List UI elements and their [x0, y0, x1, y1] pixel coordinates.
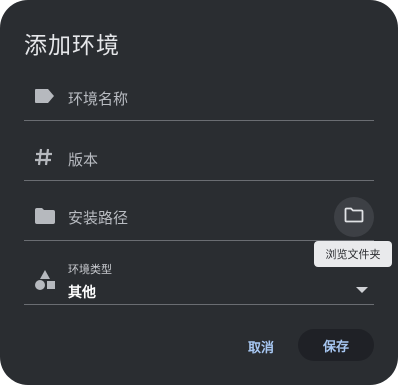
- version-placeholder: 版本: [68, 151, 99, 169]
- label-icon: [34, 88, 56, 108]
- cancel-button[interactable]: 取消: [236, 330, 286, 362]
- dropdown-arrow-icon[interactable]: [356, 287, 368, 293]
- save-button[interactable]: 保存: [298, 329, 374, 361]
- dialog-title: 添加环境: [24, 33, 120, 59]
- browse-folder-button[interactable]: [334, 197, 374, 237]
- hash-icon: [34, 147, 54, 171]
- environment-type-label: 环境类型: [68, 263, 112, 276]
- install-path-field[interactable]: 安装路径: [24, 199, 374, 241]
- type-underline: [24, 304, 374, 305]
- version-underline: [24, 180, 374, 181]
- install-path-placeholder: 安装路径: [68, 209, 129, 227]
- environment-name-field[interactable]: 环境名称: [24, 80, 374, 121]
- folder-outline-icon: [344, 207, 364, 227]
- environment-name-placeholder: 环境名称: [68, 90, 129, 108]
- version-field[interactable]: 版本: [24, 141, 374, 182]
- shapes-icon: [34, 269, 56, 295]
- environment-type-value: 其他: [68, 285, 96, 301]
- add-environment-dialog: 添加环境 环境名称 版本 安装路径 浏览文件夹 环境类型 其他 取消 保存: [0, 0, 398, 385]
- name-underline: [24, 120, 374, 121]
- folder-icon: [34, 207, 56, 229]
